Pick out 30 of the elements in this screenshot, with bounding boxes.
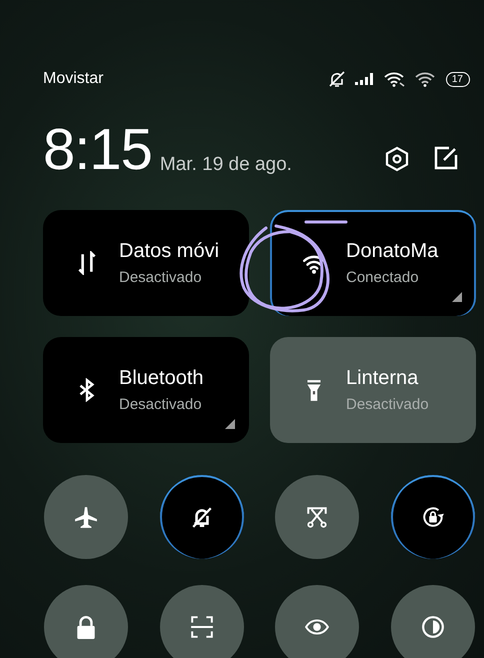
scan-icon: [190, 615, 214, 639]
expand-corner-icon[interactable]: [452, 292, 462, 302]
tile-title: Linterna: [346, 367, 420, 390]
carrier-name: Movistar: [43, 70, 104, 88]
settings-icon[interactable]: [384, 146, 410, 172]
wifi-icon: [414, 71, 437, 87]
contrast-icon: [420, 615, 444, 639]
tile-title: Datos móvi: [119, 240, 220, 263]
tile-title: DonatoMa: [346, 240, 438, 263]
clock-time: 8:15: [43, 124, 152, 176]
muted-bell-icon: [190, 505, 214, 529]
quick-settings-tile[interactable]: Linterna Desactivado: [270, 337, 476, 443]
date-text: Mar. 19 de ago.: [160, 154, 292, 176]
battery-indicator: 17: [446, 72, 470, 86]
muted-bell-icon: [328, 71, 346, 87]
edit-icon[interactable]: [434, 146, 458, 170]
signal-icon: [354, 73, 375, 85]
quick-settings-tile[interactable]: Bluetooth Desactivado: [43, 337, 249, 443]
rotation-lock-icon: [420, 505, 444, 529]
scissors-icon: [305, 505, 329, 529]
airplane-icon: [74, 505, 98, 529]
quick-settings-tile[interactable]: DonatoMa Conectado: [270, 210, 476, 316]
tile-status: Desactivado: [346, 396, 429, 413]
tile-status: Desactivado: [119, 269, 203, 286]
tile-status: Conectado: [346, 269, 420, 286]
tile-title: Bluetooth: [119, 367, 204, 390]
expand-corner-icon[interactable]: [225, 419, 235, 429]
quick-settings-tile[interactable]: Datos móvi Desactivado: [43, 210, 249, 316]
wifi-icon: [384, 71, 406, 87]
tile-status: Desactivado: [119, 396, 203, 413]
